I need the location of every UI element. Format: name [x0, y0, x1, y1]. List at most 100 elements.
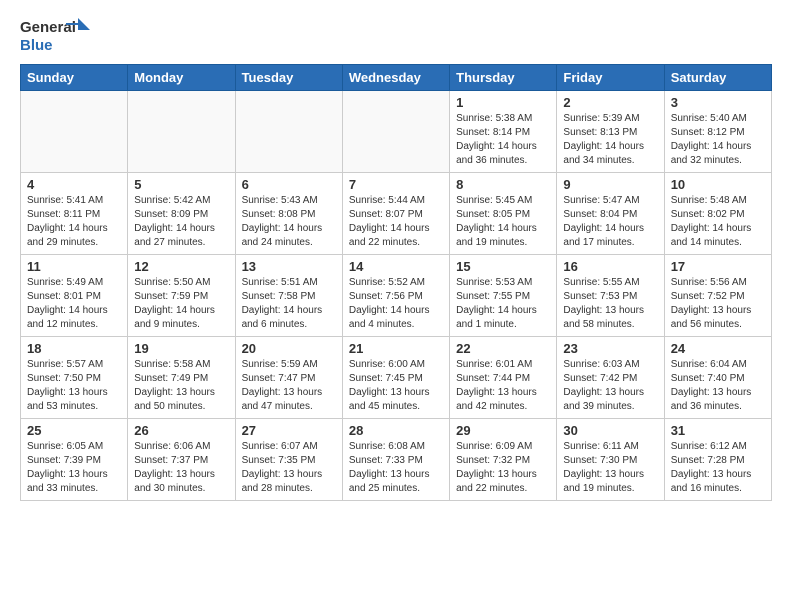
calendar-cell: 18 Sunrise: 5:57 AM Sunset: 7:50 PM Dayli… — [21, 337, 128, 419]
day-number: 22 — [456, 341, 550, 356]
weekday-header-tuesday: Tuesday — [235, 65, 342, 91]
calendar-cell: 26 Sunrise: 6:06 AM Sunset: 7:37 PM Dayli… — [128, 419, 235, 501]
weekday-header-sunday: Sunday — [21, 65, 128, 91]
day-info: Sunrise: 6:05 AM Sunset: 7:39 PM Dayligh… — [27, 440, 121, 496]
day-number: 20 — [242, 341, 336, 356]
day-info: Sunrise: 5:48 AM Sunset: 8:02 PM Dayligh… — [671, 194, 765, 250]
calendar-cell: 2 Sunrise: 5:39 AM Sunset: 8:13 PM Daylig… — [557, 91, 664, 173]
day-info: Sunrise: 5:51 AM Sunset: 7:58 PM Dayligh… — [242, 276, 336, 332]
page-header: GeneralBlue — [20, 16, 772, 54]
calendar-week-4: 18 Sunrise: 5:57 AM Sunset: 7:50 PM Dayli… — [21, 337, 772, 419]
day-info: Sunrise: 5:39 AM Sunset: 8:13 PM Dayligh… — [563, 112, 657, 168]
day-info: Sunrise: 6:01 AM Sunset: 7:44 PM Dayligh… — [456, 358, 550, 414]
calendar-cell: 23Sunrise: 6:03 AM Sunset: 7:42 PM Dayli… — [557, 337, 664, 419]
day-number: 10 — [671, 177, 765, 192]
calendar-cell — [21, 91, 128, 173]
day-number: 26 — [134, 423, 228, 438]
calendar-cell: 27 Sunrise: 6:07 AM Sunset: 7:35 PM Dayli… — [235, 419, 342, 501]
day-number: 17 — [671, 259, 765, 274]
calendar-table: SundayMondayTuesdayWednesdayThursdayFrid… — [20, 64, 772, 501]
calendar-cell: 6 Sunrise: 5:43 AM Sunset: 8:08 PM Daylig… — [235, 173, 342, 255]
day-info: Sunrise: 5:56 AM Sunset: 7:52 PM Dayligh… — [671, 276, 765, 332]
day-info: Sunrise: 6:00 AM Sunset: 7:45 PM Dayligh… — [349, 358, 443, 414]
calendar-cell: 29Sunrise: 6:09 AM Sunset: 7:32 PM Dayli… — [450, 419, 557, 501]
day-info: Sunrise: 6:04 AM Sunset: 7:40 PM Dayligh… — [671, 358, 765, 414]
day-number: 13 — [242, 259, 336, 274]
day-info: Sunrise: 6:07 AM Sunset: 7:35 PM Dayligh… — [242, 440, 336, 496]
calendar-cell: 10 Sunrise: 5:48 AM Sunset: 8:02 PM Dayli… — [664, 173, 771, 255]
day-number: 24 — [671, 341, 765, 356]
day-info: Sunrise: 5:43 AM Sunset: 8:08 PM Dayligh… — [242, 194, 336, 250]
svg-text:Blue: Blue — [20, 37, 53, 54]
calendar-cell: 24 Sunrise: 6:04 AM Sunset: 7:40 PM Dayli… — [664, 337, 771, 419]
day-info: Sunrise: 5:53 AM Sunset: 7:55 PM Dayligh… — [456, 276, 550, 332]
calendar-cell: 20Sunrise: 5:59 AM Sunset: 7:47 PM Dayli… — [235, 337, 342, 419]
day-number: 6 — [242, 177, 336, 192]
weekday-header-saturday: Saturday — [664, 65, 771, 91]
weekday-header-monday: Monday — [128, 65, 235, 91]
day-info: Sunrise: 5:58 AM Sunset: 7:49 PM Dayligh… — [134, 358, 228, 414]
day-info: Sunrise: 5:38 AM Sunset: 8:14 PM Dayligh… — [456, 112, 550, 168]
calendar-cell: 5 Sunrise: 5:42 AM Sunset: 8:09 PM Daylig… — [128, 173, 235, 255]
day-info: Sunrise: 5:55 AM Sunset: 7:53 PM Dayligh… — [563, 276, 657, 332]
calendar-week-5: 25 Sunrise: 6:05 AM Sunset: 7:39 PM Dayli… — [21, 419, 772, 501]
weekday-header-wednesday: Wednesday — [342, 65, 449, 91]
day-number: 7 — [349, 177, 443, 192]
calendar-cell: 1Sunrise: 5:38 AM Sunset: 8:14 PM Daylig… — [450, 91, 557, 173]
svg-text:General: General — [20, 19, 76, 36]
day-number: 31 — [671, 423, 765, 438]
day-number: 14 — [349, 259, 443, 274]
calendar-cell — [235, 91, 342, 173]
day-number: 9 — [563, 177, 657, 192]
calendar-cell: 17 Sunrise: 5:56 AM Sunset: 7:52 PM Dayli… — [664, 255, 771, 337]
calendar-week-2: 4 Sunrise: 5:41 AM Sunset: 8:11 PM Daylig… — [21, 173, 772, 255]
weekday-header-thursday: Thursday — [450, 65, 557, 91]
calendar-cell: 16Sunrise: 5:55 AM Sunset: 7:53 PM Dayli… — [557, 255, 664, 337]
day-info: Sunrise: 6:12 AM Sunset: 7:28 PM Dayligh… — [671, 440, 765, 496]
day-number: 30 — [563, 423, 657, 438]
day-number: 27 — [242, 423, 336, 438]
calendar-header-row: SundayMondayTuesdayWednesdayThursdayFrid… — [21, 65, 772, 91]
day-info: Sunrise: 5:57 AM Sunset: 7:50 PM Dayligh… — [27, 358, 121, 414]
day-number: 25 — [27, 423, 121, 438]
day-number: 23 — [563, 341, 657, 356]
day-info: Sunrise: 6:08 AM Sunset: 7:33 PM Dayligh… — [349, 440, 443, 496]
calendar-cell: 13 Sunrise: 5:51 AM Sunset: 7:58 PM Dayli… — [235, 255, 342, 337]
day-info: Sunrise: 6:11 AM Sunset: 7:30 PM Dayligh… — [563, 440, 657, 496]
calendar-cell: 19Sunrise: 5:58 AM Sunset: 7:49 PM Dayli… — [128, 337, 235, 419]
calendar-cell: 30 Sunrise: 6:11 AM Sunset: 7:30 PM Dayli… — [557, 419, 664, 501]
day-number: 2 — [563, 95, 657, 110]
calendar-cell: 14 Sunrise: 5:52 AM Sunset: 7:56 PM Dayli… — [342, 255, 449, 337]
calendar-cell: 31 Sunrise: 6:12 AM Sunset: 7:28 PM Dayli… — [664, 419, 771, 501]
day-number: 15 — [456, 259, 550, 274]
day-number: 3 — [671, 95, 765, 110]
calendar-cell: 22 Sunrise: 6:01 AM Sunset: 7:44 PM Dayli… — [450, 337, 557, 419]
calendar-cell: 28 Sunrise: 6:08 AM Sunset: 7:33 PM Dayli… — [342, 419, 449, 501]
day-info: Sunrise: 6:09 AM Sunset: 7:32 PM Dayligh… — [456, 440, 550, 496]
day-number: 21 — [349, 341, 443, 356]
day-info: Sunrise: 5:45 AM Sunset: 8:05 PM Dayligh… — [456, 194, 550, 250]
day-info: Sunrise: 5:44 AM Sunset: 8:07 PM Dayligh… — [349, 194, 443, 250]
calendar-cell: 12 Sunrise: 5:50 AM Sunset: 7:59 PM Dayli… — [128, 255, 235, 337]
calendar-cell — [342, 91, 449, 173]
day-info: Sunrise: 5:50 AM Sunset: 7:59 PM Dayligh… — [134, 276, 228, 332]
day-number: 12 — [134, 259, 228, 274]
calendar-cell: 4 Sunrise: 5:41 AM Sunset: 8:11 PM Daylig… — [21, 173, 128, 255]
day-info: Sunrise: 5:40 AM Sunset: 8:12 PM Dayligh… — [671, 112, 765, 168]
day-number: 5 — [134, 177, 228, 192]
day-info: Sunrise: 5:49 AM Sunset: 8:01 PM Dayligh… — [27, 276, 121, 332]
calendar-cell: 21 Sunrise: 6:00 AM Sunset: 7:45 PM Dayli… — [342, 337, 449, 419]
day-info: Sunrise: 6:06 AM Sunset: 7:37 PM Dayligh… — [134, 440, 228, 496]
day-number: 4 — [27, 177, 121, 192]
calendar-cell — [128, 91, 235, 173]
day-number: 18 — [27, 341, 121, 356]
day-info: Sunrise: 5:41 AM Sunset: 8:11 PM Dayligh… — [27, 194, 121, 250]
day-info: Sunrise: 5:52 AM Sunset: 7:56 PM Dayligh… — [349, 276, 443, 332]
calendar-week-3: 11Sunrise: 5:49 AM Sunset: 8:01 PM Dayli… — [21, 255, 772, 337]
day-number: 28 — [349, 423, 443, 438]
calendar-cell: 8 Sunrise: 5:45 AM Sunset: 8:05 PM Daylig… — [450, 173, 557, 255]
weekday-header-friday: Friday — [557, 65, 664, 91]
calendar-cell: 25 Sunrise: 6:05 AM Sunset: 7:39 PM Dayli… — [21, 419, 128, 501]
day-number: 8 — [456, 177, 550, 192]
day-info: Sunrise: 5:42 AM Sunset: 8:09 PM Dayligh… — [134, 194, 228, 250]
